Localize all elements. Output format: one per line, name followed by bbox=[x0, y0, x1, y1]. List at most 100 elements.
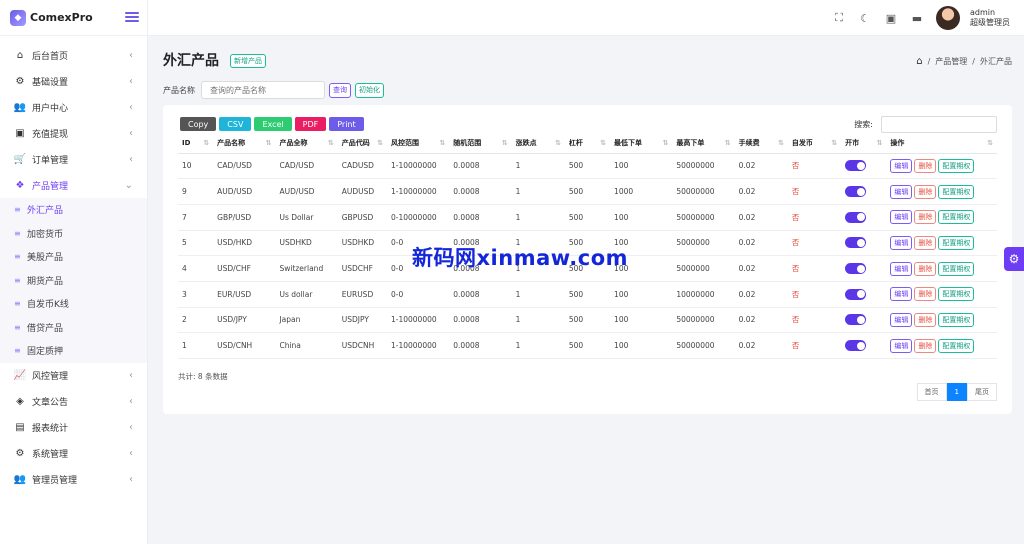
delete-button[interactable]: 删除 bbox=[914, 210, 937, 225]
edit-button[interactable]: 编辑 bbox=[890, 210, 913, 225]
market-open-toggle[interactable] bbox=[845, 160, 867, 172]
submenu-item[interactable]: ≡ 美股产品 bbox=[0, 245, 147, 269]
config-options-button[interactable]: 配置期权 bbox=[938, 261, 975, 276]
delete-button[interactable]: 删除 bbox=[914, 287, 937, 302]
edit-button[interactable]: 编辑 bbox=[890, 184, 913, 199]
submenu-item[interactable]: ≡ 固定质押 bbox=[0, 339, 147, 363]
market-open-toggle[interactable] bbox=[845, 211, 867, 223]
column-header[interactable]: 涨跌点 ⇅ bbox=[511, 133, 565, 154]
cell-actions: 编辑 删除 配置期权 bbox=[886, 332, 997, 359]
cell-max: 5000000 bbox=[672, 230, 735, 257]
cell-max: 50000000 bbox=[672, 204, 735, 231]
first-page-button[interactable]: 首页 bbox=[916, 383, 947, 401]
product-name-input[interactable] bbox=[201, 81, 325, 99]
config-options-button[interactable]: 配置期权 bbox=[938, 338, 975, 353]
moon-icon[interactable]: ☾ bbox=[858, 11, 872, 25]
column-header[interactable]: 开市 ⇅ bbox=[841, 133, 887, 154]
home-icon[interactable]: ⌂ bbox=[916, 56, 922, 67]
market-open-toggle[interactable] bbox=[845, 263, 867, 275]
column-header[interactable]: 产品名称 ⇅ bbox=[213, 133, 276, 154]
export-copy-button[interactable]: Copy bbox=[180, 117, 217, 131]
column-header[interactable]: 产品全称 ⇅ bbox=[275, 133, 338, 154]
column-header[interactable]: 操作 ⇅ bbox=[886, 133, 997, 154]
export-print-button[interactable]: Print bbox=[329, 117, 364, 131]
breadcrumb-item[interactable]: 产品管理 bbox=[935, 56, 967, 67]
edit-button[interactable]: 编辑 bbox=[890, 158, 913, 173]
chevron-left-icon: ‹ bbox=[129, 448, 133, 459]
edit-button[interactable]: 编辑 bbox=[890, 287, 913, 302]
edit-button[interactable]: 编辑 bbox=[890, 312, 913, 327]
reset-button[interactable]: 初始化 bbox=[355, 82, 384, 98]
sidebar-item[interactable]: 📈 风控管理 ‹ bbox=[0, 363, 147, 389]
market-open-toggle[interactable] bbox=[845, 340, 867, 352]
column-header[interactable]: 产品代码 ⇅ bbox=[337, 133, 387, 154]
row-actions: 编辑 删除 配置期权 bbox=[890, 235, 997, 250]
edit-button[interactable]: 编辑 bbox=[890, 338, 913, 353]
market-open-toggle[interactable] bbox=[845, 186, 867, 198]
sidebar-item[interactable]: 👥 用户中心 ‹ bbox=[0, 94, 147, 120]
delete-button[interactable]: 删除 bbox=[914, 261, 937, 276]
message-icon[interactable]: ▬ bbox=[910, 11, 924, 25]
cell-lev: 500 bbox=[564, 178, 611, 205]
sidebar-item[interactable]: ◈ 文章公告 ‹ bbox=[0, 389, 147, 415]
query-button[interactable]: 查询 bbox=[329, 82, 351, 98]
market-open-toggle[interactable] bbox=[845, 314, 867, 326]
delete-button[interactable]: 删除 bbox=[914, 184, 937, 199]
export-pdf-button[interactable]: PDF bbox=[294, 117, 327, 131]
column-header[interactable]: 自发币 ⇅ bbox=[787, 133, 842, 154]
add-product-button[interactable]: 新增产品 bbox=[230, 54, 266, 68]
sidebar-item[interactable]: ▣ 充值提现 ‹ bbox=[0, 120, 147, 146]
delete-button[interactable]: 删除 bbox=[914, 338, 937, 353]
fullscreen-icon[interactable]: ⛶ bbox=[832, 11, 846, 25]
export-excel-button[interactable]: Excel bbox=[254, 117, 292, 131]
sidebar-item[interactable]: 🛒 订单管理 ‹ bbox=[0, 146, 147, 172]
config-options-button[interactable]: 配置期权 bbox=[938, 184, 975, 199]
config-options-button[interactable]: 配置期权 bbox=[938, 312, 975, 327]
market-open-toggle[interactable] bbox=[845, 288, 867, 300]
column-header[interactable]: 最高下单 ⇅ bbox=[672, 133, 735, 154]
sidebar-item[interactable]: ▤ 报表统计 ‹ bbox=[0, 415, 147, 441]
delete-button[interactable]: 删除 bbox=[914, 158, 937, 173]
column-header[interactable]: 手续费 ⇅ bbox=[734, 133, 788, 154]
avatar[interactable] bbox=[936, 6, 960, 30]
user-info[interactable]: admin 超级管理员 bbox=[970, 8, 1010, 28]
delete-button[interactable]: 删除 bbox=[914, 312, 937, 327]
list-icon: ≡ bbox=[14, 322, 21, 332]
cell-fee: 0.02 bbox=[734, 281, 788, 308]
money-bill-icon[interactable]: ▣ bbox=[884, 11, 898, 25]
column-header[interactable]: 最低下单 ⇅ bbox=[610, 133, 673, 154]
edit-button[interactable]: 编辑 bbox=[890, 261, 913, 276]
submenu-item[interactable]: ≡ 期货产品 bbox=[0, 269, 147, 293]
market-open-toggle[interactable] bbox=[845, 237, 867, 249]
config-options-button[interactable]: 配置期权 bbox=[938, 287, 975, 302]
hamburger-menu-icon[interactable] bbox=[124, 9, 140, 25]
sidebar-item[interactable]: ⚙ 基础设置 ‹ bbox=[0, 68, 147, 94]
submenu-item[interactable]: ≡ 加密货币 bbox=[0, 222, 147, 246]
column-header[interactable]: ID ⇅ bbox=[178, 133, 214, 154]
current-page-button[interactable]: 1 bbox=[946, 383, 967, 401]
sidebar-item[interactable]: ⚙ 系统管理 ‹ bbox=[0, 441, 147, 467]
sidebar-item[interactable]: ❖ 产品管理 ⌄ bbox=[0, 172, 147, 198]
config-options-button[interactable]: 配置期权 bbox=[938, 235, 975, 250]
product-table: ID ⇅ 产品名称 ⇅ 产品全称 ⇅ 产品代码 ⇅ 风控范围 ⇅ 随机范围 ⇅ 涨跌点 ⇅ 杠杆 ⇅ 最低下单 ⇅… bbox=[178, 133, 997, 359]
column-header[interactable]: 随机范围 ⇅ bbox=[449, 133, 512, 154]
edit-button[interactable]: 编辑 bbox=[890, 235, 913, 250]
submenu-item[interactable]: ≡ 外汇产品 bbox=[0, 198, 147, 222]
cell-fee: 0.02 bbox=[734, 204, 788, 231]
column-header[interactable]: 杠杆 ⇅ bbox=[564, 133, 611, 154]
submenu-item[interactable]: ≡ 自发币K线 bbox=[0, 292, 147, 316]
sidebar-item[interactable]: ⌂ 后台首页 ‹ bbox=[0, 42, 147, 68]
table-search-input[interactable] bbox=[881, 116, 997, 133]
sort-icon: ⇅ bbox=[203, 139, 210, 147]
export-csv-button[interactable]: CSV bbox=[219, 117, 252, 131]
config-options-button[interactable]: 配置期权 bbox=[938, 210, 975, 225]
cell-code: GBPUSD bbox=[337, 204, 387, 231]
submenu-item[interactable]: ≡ 借贷产品 bbox=[0, 316, 147, 340]
submenu-item-label: 借贷产品 bbox=[27, 323, 64, 334]
config-options-button[interactable]: 配置期权 bbox=[938, 158, 975, 173]
last-page-button[interactable]: 尾页 bbox=[967, 383, 997, 401]
settings-gear-icon[interactable]: ⚙ bbox=[1004, 247, 1024, 271]
column-header[interactable]: 风控范围 ⇅ bbox=[386, 133, 450, 154]
sidebar-item[interactable]: 👥 管理员管理 ‹ bbox=[0, 467, 147, 493]
delete-button[interactable]: 删除 bbox=[914, 235, 937, 250]
